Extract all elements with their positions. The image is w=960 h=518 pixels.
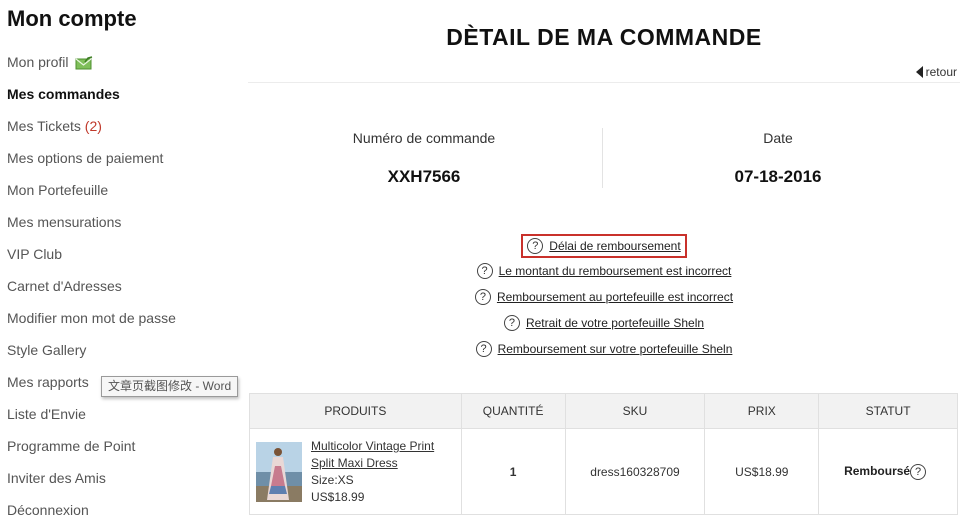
sidebar-item-payment-options[interactable]: Mes options de paiement bbox=[7, 148, 163, 168]
help-link-label: Délai de remboursement bbox=[549, 239, 681, 253]
sidebar-item-label: Déconnexion bbox=[7, 502, 89, 518]
help-link-refund-amount: ? Le montant du remboursement est incorr… bbox=[248, 263, 960, 279]
product-name-line2: Split Maxi Dress bbox=[311, 455, 398, 470]
table-header-row: PRODUITS QUANTITÉ SKU PRIX STATUT bbox=[249, 393, 958, 429]
help-link-wallet-refund-to: ? Remboursement sur votre portefeuille S… bbox=[248, 341, 960, 357]
back-link-label: retour bbox=[925, 65, 957, 79]
sidebar-item-logout[interactable]: Déconnexion bbox=[7, 500, 89, 518]
order-number-block: Numéro de commande XXH7566 bbox=[248, 128, 600, 187]
price-cell: US$18.99 bbox=[704, 428, 820, 515]
product-cell: Multicolor Vintage Print Split Maxi Dres… bbox=[249, 428, 462, 515]
column-header-sku: SKU bbox=[564, 393, 706, 429]
tickets-count-badge: (2) bbox=[84, 118, 102, 134]
order-date-value: 07-18-2016 bbox=[734, 167, 822, 186]
order-number-value: XXH7566 bbox=[387, 167, 461, 186]
sidebar-item-label: Mon Portefeuille bbox=[7, 182, 109, 198]
help-link-refund-delay: ? Délai de remboursement bbox=[248, 234, 960, 258]
sidebar-item-wishlist[interactable]: Liste d'Envie bbox=[7, 404, 86, 424]
help-link-label: Retrait de votre portefeuille Sheln bbox=[525, 316, 705, 330]
back-link[interactable]: retour bbox=[915, 65, 957, 79]
page-title: DÈTAIL DE MA COMMANDE bbox=[446, 24, 762, 50]
envelope-icon bbox=[75, 55, 93, 75]
help-link-button[interactable]: ? Délai de remboursement bbox=[521, 234, 687, 258]
divider bbox=[248, 82, 960, 83]
sidebar-item-orders[interactable]: Mes commandes bbox=[7, 84, 120, 104]
sidebar-item-reports[interactable]: Mes rapports bbox=[7, 372, 89, 392]
sidebar-item-profile[interactable]: Mon profil bbox=[7, 52, 93, 72]
sidebar-item-measurements[interactable]: Mes mensurations bbox=[7, 212, 121, 232]
help-link-wallet-withdrawal: ? Retrait de votre portefeuille Sheln bbox=[248, 315, 960, 331]
sidebar-item-label: Inviter des Amis bbox=[7, 470, 106, 486]
sidebar-item-change-password[interactable]: Modifier mon mot de passe bbox=[7, 308, 176, 328]
product-thumbnail[interactable] bbox=[256, 441, 302, 502]
column-header-quantity: QUANTITÉ bbox=[460, 393, 566, 429]
help-link-button[interactable]: ? Remboursement sur votre portefeuille S… bbox=[475, 341, 733, 357]
account-sidebar: Mon compte Mon profil Mes commandes Mes … bbox=[0, 0, 240, 518]
order-date-block: Date 07-18-2016 bbox=[602, 128, 954, 187]
sidebar-item-label: Mes rapports bbox=[7, 374, 89, 390]
order-number-label: Numéro de commande bbox=[352, 130, 496, 146]
column-header-status: STATUT bbox=[818, 393, 958, 429]
sidebar-item-label: Mes Tickets bbox=[7, 118, 81, 134]
product-size: Size:XS bbox=[311, 472, 354, 487]
help-link-wallet-refund: ? Remboursement au portefeuille est inco… bbox=[248, 289, 960, 305]
order-detail-panel: DÈTAIL DE MA COMMANDE retour Numéro de c… bbox=[248, 0, 960, 518]
sidebar-item-wallet[interactable]: Mon Portefeuille bbox=[7, 180, 108, 200]
question-icon[interactable]: ? bbox=[910, 463, 927, 480]
sidebar-item-label: Modifier mon mot de passe bbox=[7, 310, 176, 326]
table-row: Multicolor Vintage Print Split Maxi Dres… bbox=[249, 428, 958, 515]
help-link-button[interactable]: ? Le montant du remboursement est incorr… bbox=[476, 263, 732, 279]
sidebar-item-label: Style Gallery bbox=[7, 342, 87, 358]
sidebar-item-label: Mes commandes bbox=[7, 86, 120, 102]
order-items-table: PRODUITS QUANTITÉ SKU PRIX STATUT Multic… bbox=[249, 393, 958, 515]
back-arrow-icon bbox=[915, 66, 923, 78]
column-header-price: PRIX bbox=[704, 393, 820, 429]
sidebar-item-invite-friends[interactable]: Inviter des Amis bbox=[7, 468, 106, 488]
sidebar-item-address-book[interactable]: Carnet d'Adresses bbox=[7, 276, 122, 296]
sidebar-item-points-program[interactable]: Programme de Point bbox=[7, 436, 135, 456]
sidebar-item-label: Mon profil bbox=[7, 54, 69, 70]
sidebar-item-label: Mes options de paiement bbox=[7, 150, 164, 166]
help-link-button[interactable]: ? Retrait de votre portefeuille Sheln bbox=[503, 315, 705, 331]
help-link-label: Remboursement sur votre portefeuille She… bbox=[497, 342, 733, 356]
column-header-products: PRODUITS bbox=[249, 393, 462, 429]
sku-cell: dress160328709 bbox=[564, 428, 706, 515]
question-icon: ? bbox=[527, 238, 544, 254]
sidebar-item-style-gallery[interactable]: Style Gallery bbox=[7, 340, 86, 360]
sidebar-item-label: Programme de Point bbox=[7, 438, 136, 454]
product-unit-price: US$18.99 bbox=[311, 489, 365, 504]
sidebar-item-vip-club[interactable]: VIP Club bbox=[7, 244, 62, 264]
help-link-button[interactable]: ? Remboursement au portefeuille est inco… bbox=[474, 289, 734, 305]
question-icon: ? bbox=[475, 341, 492, 357]
sidebar-item-label: Mes mensurations bbox=[7, 214, 122, 230]
status-cell: Remboursé? bbox=[818, 428, 958, 515]
sidebar-item-label: Carnet d'Adresses bbox=[7, 278, 122, 294]
sidebar-item-tickets[interactable]: Mes Tickets (2) bbox=[7, 116, 102, 136]
help-link-label: Le montant du remboursement est incorrec… bbox=[498, 264, 732, 278]
question-icon: ? bbox=[476, 263, 493, 279]
sidebar-item-label: Liste d'Envie bbox=[7, 406, 86, 422]
question-icon: ? bbox=[503, 315, 520, 331]
status-label: Remboursé bbox=[844, 463, 911, 478]
order-date-label: Date bbox=[763, 130, 793, 146]
sidebar-title: Mon compte bbox=[7, 6, 137, 31]
product-name-line1: Multicolor Vintage Print bbox=[311, 438, 435, 453]
window-tooltip: 文章页截图修改 - Word bbox=[101, 376, 239, 397]
product-name-link[interactable]: Multicolor Vintage Print Split Maxi Dres… bbox=[311, 438, 434, 472]
quantity-cell: 1 bbox=[460, 428, 566, 515]
help-link-label: Remboursement au portefeuille est incorr… bbox=[496, 290, 734, 304]
sidebar-item-label: VIP Club bbox=[7, 246, 62, 262]
question-icon: ? bbox=[474, 289, 491, 305]
